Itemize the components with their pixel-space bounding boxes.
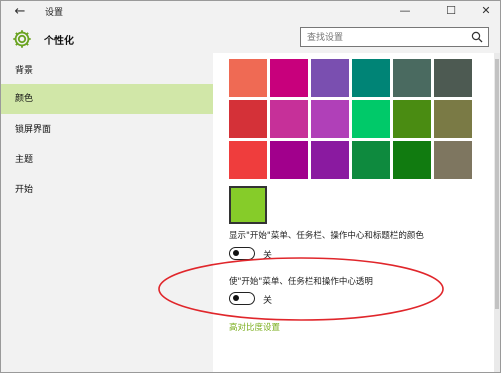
watermark-logo: Baidu经验 xyxy=(386,327,477,346)
color-swatch[interactable] xyxy=(229,100,267,138)
transparency-label: 使"开始"菜单、任务栏和操作中心透明 xyxy=(229,277,373,287)
sidebar-item-lock-screen[interactable]: 锁屏界面 xyxy=(1,115,213,145)
color-swatch[interactable] xyxy=(434,141,472,179)
color-swatch[interactable] xyxy=(270,100,308,138)
color-swatch[interactable] xyxy=(434,59,472,97)
settings-window: ← 设置 — ☐ ✕ 个性化 背景 颜色 锁屏界面 主题 开始 显示"开始"菜单… xyxy=(0,0,501,373)
search-input[interactable] xyxy=(307,31,457,45)
maximize-button[interactable]: ☐ xyxy=(436,1,466,23)
sidebar-item-start[interactable]: 开始 xyxy=(1,175,213,205)
search-icon[interactable] xyxy=(471,31,483,43)
transparency-toggle[interactable] xyxy=(229,292,255,305)
color-swatch[interactable] xyxy=(229,59,267,97)
search-box[interactable] xyxy=(300,27,489,47)
back-button[interactable]: ← xyxy=(9,3,31,21)
show-color-toggle[interactable] xyxy=(229,247,255,260)
color-swatch[interactable] xyxy=(311,100,349,138)
scrollbar[interactable] xyxy=(494,53,500,372)
sidebar-item-themes[interactable]: 主题 xyxy=(1,145,213,175)
sidebar-item-colors[interactable]: 颜色 xyxy=(1,84,213,114)
gear-icon xyxy=(13,30,31,48)
toggle-knob xyxy=(233,295,239,301)
color-swatch[interactable] xyxy=(352,59,390,97)
title-bar: ← 设置 — ☐ ✕ xyxy=(1,1,500,23)
color-swatch[interactable] xyxy=(229,141,267,179)
selected-color-swatch[interactable] xyxy=(229,186,267,224)
sidebar: 背景 颜色 锁屏界面 主题 开始 xyxy=(1,53,213,372)
scroll-thumb[interactable] xyxy=(495,59,499,309)
color-swatch[interactable] xyxy=(270,59,308,97)
color-swatch[interactable] xyxy=(311,59,349,97)
window-title: 设置 xyxy=(45,8,64,18)
high-contrast-link[interactable]: 高对比度设置 xyxy=(229,321,280,333)
color-swatch[interactable] xyxy=(311,141,349,179)
minimize-button[interactable]: — xyxy=(390,1,420,23)
show-color-label: 显示"开始"菜单、任务栏、操作中心和标题栏的颜色 xyxy=(229,231,424,241)
color-swatch[interactable] xyxy=(393,100,431,138)
toggle-knob xyxy=(233,250,239,256)
color-swatch[interactable] xyxy=(352,100,390,138)
close-button[interactable]: ✕ xyxy=(471,1,500,23)
color-swatch[interactable] xyxy=(393,59,431,97)
color-swatch[interactable] xyxy=(270,141,308,179)
color-swatch[interactable] xyxy=(352,141,390,179)
color-swatch[interactable] xyxy=(434,100,472,138)
show-color-state: 关 xyxy=(263,251,273,261)
page-title: 个性化 xyxy=(44,36,74,47)
watermark-url: jingyan.baidu.com xyxy=(401,349,475,358)
sidebar-item-background[interactable]: 背景 xyxy=(1,56,213,86)
color-swatch[interactable] xyxy=(393,141,431,179)
transparency-state: 关 xyxy=(263,296,273,306)
